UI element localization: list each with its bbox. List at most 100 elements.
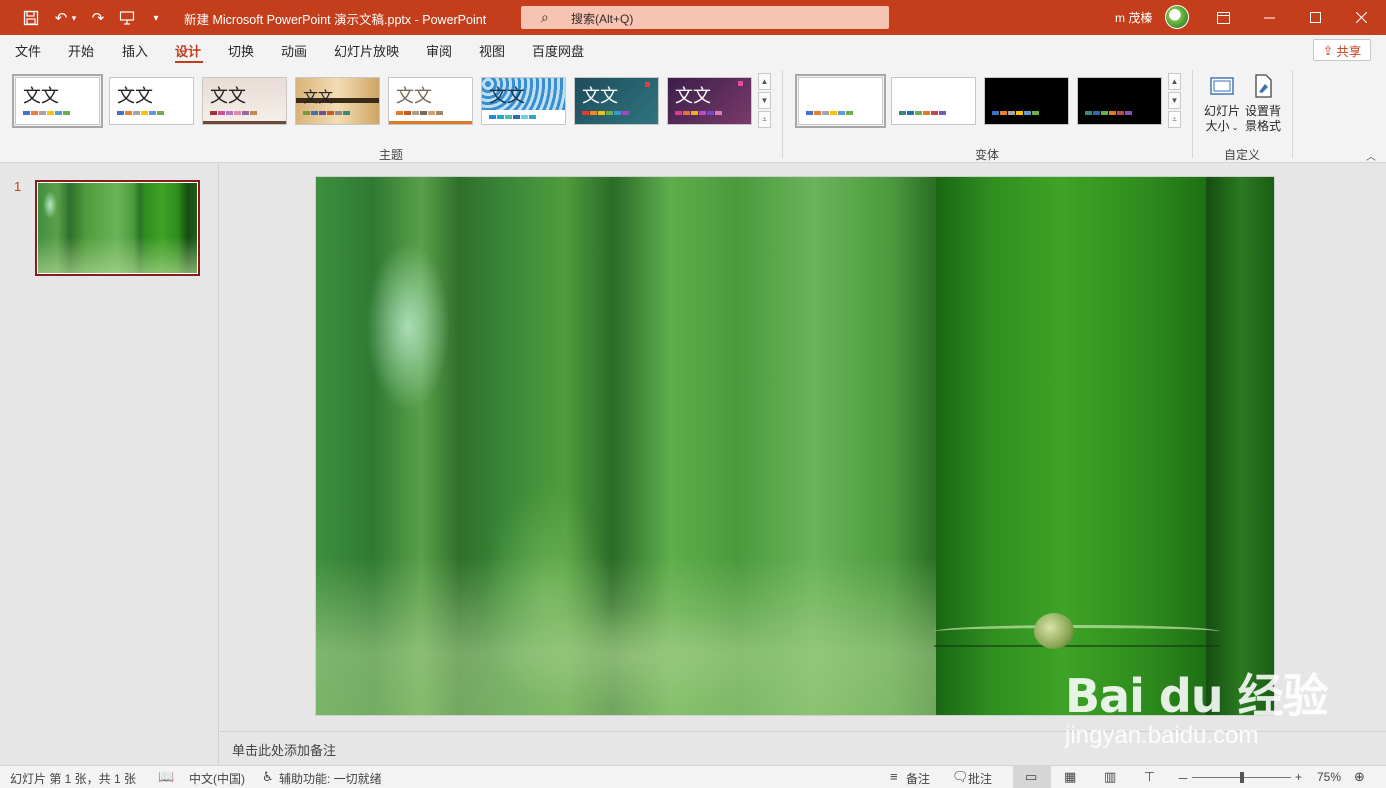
status-bar: 幻灯片 第 1 张，共 1 张 📖 中文(中国) ♿ 辅助功能: 一切就绪 ≡ … — [0, 765, 1386, 788]
bamboo-bud — [1034, 613, 1074, 649]
slide-size-label-2: 大小 — [1205, 119, 1230, 133]
variants-scroll-down[interactable]: ▼ — [1168, 92, 1181, 109]
share-button[interactable]: ⇪ 共享 — [1313, 39, 1371, 61]
active-tab-indicator — [175, 61, 203, 63]
user-name[interactable]: m 茂榛 — [1115, 9, 1152, 26]
accessibility-icon: ♿ — [262, 769, 274, 784]
theme-thumb-text: 文文 — [23, 86, 59, 107]
theme-thumb-8[interactable]: 文文 — [667, 77, 752, 125]
slide-canvas[interactable] — [315, 176, 1275, 716]
maximize-icon[interactable] — [1292, 0, 1338, 35]
user-avatar[interactable] — [1165, 5, 1189, 29]
collapse-ribbon-icon[interactable]: ︿ — [1366, 148, 1376, 163]
spelling-check-icon[interactable]: 📖 — [158, 769, 174, 785]
slide-size-label-1: 幻灯片 — [1203, 104, 1240, 118]
slide-size-button[interactable]: 幻灯片 大小 ⌄ — [1202, 72, 1242, 135]
bamboo-node — [934, 625, 1220, 647]
share-label: 共享 — [1336, 44, 1362, 59]
ribbon-design: 文文 文文 文文 文文 文文 文文 文文 文文 ▲ ▼ ⩡ 主题 ▲ ▼ ⩡ 变… — [0, 64, 1386, 163]
redo-icon[interactable]: ↷ — [87, 7, 109, 29]
background-haze — [316, 557, 936, 715]
theme-thumb-text: 文文 — [489, 86, 525, 107]
format-background-button[interactable]: 设置背 景格式 — [1243, 72, 1283, 134]
variant-thumb-2[interactable] — [891, 77, 976, 125]
notes-icon: ≡ — [890, 769, 898, 784]
normal-view-icon[interactable]: ▭ — [1025, 769, 1037, 785]
document-title: 新建 Microsoft PowerPoint 演示文稿.pptx - Powe… — [184, 13, 487, 27]
customize-group-label: 自定义 — [1224, 148, 1261, 162]
zoom-in-button[interactable]: + — [1295, 770, 1302, 784]
theme-thumb-text: 文文 — [117, 86, 153, 107]
theme-thumb-text: 文文 — [303, 88, 334, 106]
theme-thumb-2[interactable]: 文文 — [109, 77, 194, 125]
theme-thumb-6[interactable]: 文文 — [481, 77, 566, 125]
undo-dropdown-icon[interactable]: ▾ — [68, 7, 80, 29]
zoom-slider-thumb[interactable] — [1239, 772, 1244, 783]
theme-thumb-7[interactable]: 文文 — [574, 77, 659, 125]
slide-sorter-icon[interactable]: ▦ — [1064, 769, 1076, 785]
comments-button[interactable]: 批注 — [968, 770, 992, 787]
accessibility-status[interactable]: 辅助功能: 一切就绪 — [279, 770, 382, 787]
language-status[interactable]: 中文(中国) — [189, 770, 245, 787]
title-bar: ↶ ▾ ↷ ▾ 新建 Microsoft PowerPoint 演示文稿.ppt… — [0, 0, 1386, 35]
format-background-label-1: 设置背 — [1244, 104, 1281, 118]
tab-view[interactable]: 视图 — [479, 41, 505, 60]
ribbon-tabs: 文件 开始 插入 设计 切换 动画 幻灯片放映 审阅 视图 百度网盘 ⇪ 共享 — [0, 35, 1386, 64]
slide-background-image — [316, 177, 1274, 715]
group-separator — [1192, 70, 1193, 158]
zoom-level[interactable]: 75% — [1317, 770, 1341, 784]
themes-more[interactable]: ⩡ — [758, 111, 771, 128]
baidu-watermark: Bai du 经验 jingyan.baidu.com — [1065, 660, 1329, 749]
tab-file[interactable]: 文件 — [15, 41, 41, 60]
zoom-out-button[interactable]: － — [1177, 770, 1189, 787]
search-box[interactable]: ⌕ 搜索(Alt+Q) — [521, 6, 889, 29]
search-icon: ⌕ — [541, 9, 549, 25]
variants-scroll-up[interactable]: ▲ — [1168, 73, 1181, 90]
watermark-url: jingyan.baidu.com — [1065, 722, 1259, 749]
slideshow-view-icon[interactable]: ⊤ — [1144, 769, 1155, 785]
variants-more[interactable]: ⩡ — [1168, 111, 1181, 128]
theme-thumb-text: 文文 — [210, 86, 246, 107]
theme-thumb-4[interactable]: 文文 — [295, 77, 380, 125]
slide-number: 1 — [14, 179, 22, 194]
slide-thumbnail-image — [38, 183, 197, 273]
themes-scroll-down[interactable]: ▼ — [758, 92, 771, 109]
theme-thumb-3[interactable]: 文文 — [202, 77, 287, 125]
present-from-beginning-icon[interactable] — [116, 7, 138, 29]
notes-button[interactable]: 备注 — [906, 770, 930, 787]
format-background-label-2: 景格式 — [1244, 119, 1281, 133]
customize-toolbar-icon[interactable]: ▾ — [145, 7, 167, 29]
themes-scroll-up[interactable]: ▲ — [758, 73, 771, 90]
slide-count-status[interactable]: 幻灯片 第 1 张，共 1 张 — [10, 770, 136, 787]
variant-thumb-4[interactable] — [1077, 77, 1162, 125]
fit-slide-icon[interactable]: ⊕ — [1354, 769, 1365, 785]
variant-thumb-3[interactable] — [984, 77, 1069, 125]
tab-design[interactable]: 设计 — [175, 41, 201, 60]
variants-group-label: 变体 — [975, 148, 1000, 162]
watermark-brand: Bai du 经验 — [1065, 669, 1329, 723]
theme-thumb-text: 文文 — [675, 86, 711, 107]
tab-slideshow[interactable]: 幻灯片放映 — [334, 41, 399, 60]
tab-home[interactable]: 开始 — [68, 41, 94, 60]
reading-view-icon[interactable]: ▥ — [1104, 769, 1116, 785]
tab-animations[interactable]: 动画 — [281, 41, 307, 60]
ribbon-display-icon[interactable] — [1200, 0, 1246, 35]
theme-thumb-text: 文文 — [396, 86, 432, 107]
tab-baidu-netdisk[interactable]: 百度网盘 — [532, 41, 584, 60]
search-placeholder: 搜索(Alt+Q) — [571, 12, 634, 26]
theme-thumb-text: 文文 — [582, 86, 618, 107]
tab-review[interactable]: 审阅 — [426, 41, 452, 60]
tab-insert[interactable]: 插入 — [122, 41, 148, 60]
group-separator — [782, 70, 783, 158]
theme-thumb-5[interactable]: 文文 — [388, 77, 473, 125]
theme-thumb-1[interactable]: 文文 — [12, 74, 103, 128]
variant-thumb-1[interactable] — [795, 74, 886, 128]
tab-transitions[interactable]: 切换 — [228, 41, 254, 60]
minimize-icon[interactable] — [1246, 0, 1292, 35]
close-icon[interactable] — [1338, 0, 1384, 35]
chevron-down-icon: ⌄ — [1229, 123, 1239, 132]
save-icon[interactable] — [20, 7, 42, 29]
slide-thumbnail-1[interactable] — [35, 180, 200, 276]
group-separator — [1292, 70, 1293, 158]
notes-placeholder: 单击此处添加备注 — [232, 743, 337, 758]
